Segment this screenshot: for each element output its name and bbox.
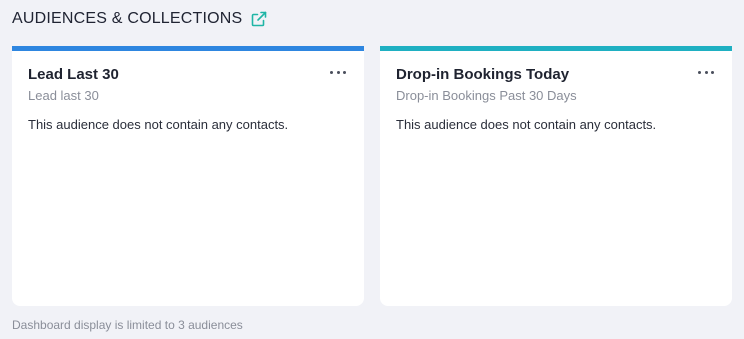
card-empty-message: This audience does not contain any conta… [396,117,657,132]
dot [336,70,340,74]
audience-card-lead-last-30[interactable]: Lead Last 30 Lead last 30 This audience … [12,46,364,306]
section-header: AUDIENCES & COLLECTIONS [12,8,267,30]
dot [711,70,714,74]
more-options-icon[interactable] [330,68,346,76]
footer-note: Dashboard display is limited to 3 audien… [12,318,243,332]
external-link-icon[interactable] [251,11,267,27]
audience-card-drop-in-bookings-today[interactable]: Drop-in Bookings Today Drop-in Bookings … [380,46,732,306]
card-subtitle: Lead last 30 [28,88,99,103]
card-subtitle: Drop-in Bookings Past 30 Days [396,88,577,103]
dot [698,70,701,74]
card-title[interactable]: Drop-in Bookings Today [396,65,716,85]
card-empty-message: This audience does not contain any conta… [28,117,289,132]
dot [704,70,708,74]
dot [330,70,333,74]
card-title[interactable]: Lead Last 30 [28,65,348,85]
section-title: AUDIENCES & COLLECTIONS [12,10,243,27]
more-options-icon[interactable] [698,68,714,76]
dot [343,70,346,74]
